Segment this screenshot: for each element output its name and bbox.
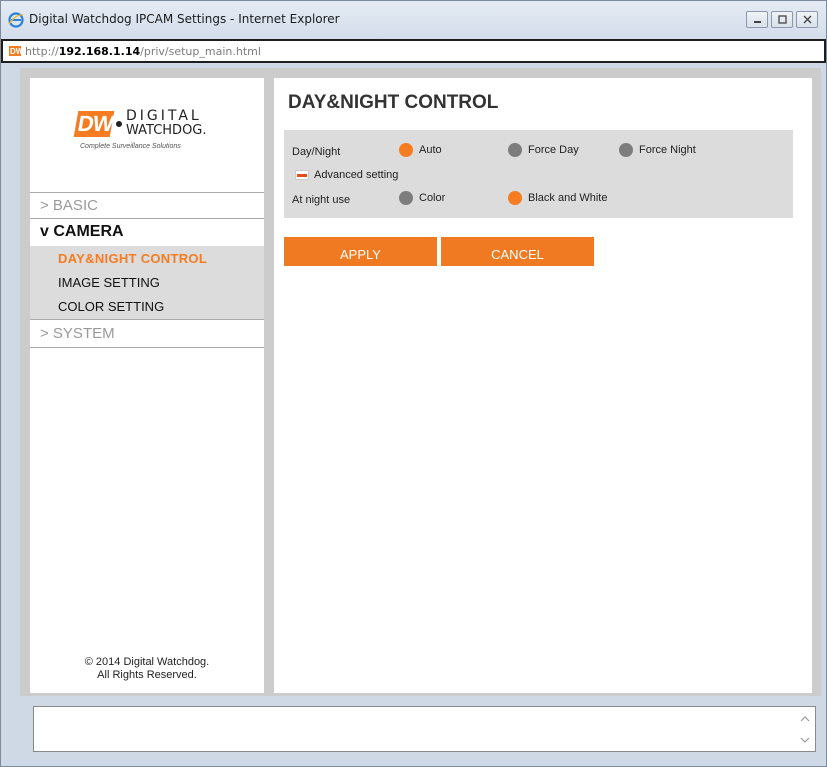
radio-force-day-label: Force Day: [528, 144, 579, 156]
sidebar-item-basic[interactable]: > BASIC: [30, 192, 264, 219]
address-bar[interactable]: DW http://192.168.1.14/priv/setup_main.h…: [1, 39, 826, 63]
sidebar: DW DIGITAL WATCHDOG. Complete Surveillan…: [30, 78, 264, 693]
page-title: DAY&NIGHT CONTROL: [288, 92, 499, 113]
day-night-label: Day/Night: [292, 146, 341, 158]
radio-color[interactable]: [399, 191, 413, 205]
restore-icon: [778, 15, 787, 24]
radio-auto-label: Auto: [419, 144, 442, 156]
radio-force-night-label: Force Night: [639, 144, 696, 156]
collapse-icon[interactable]: [295, 170, 309, 180]
dw-logo-mark: DW: [73, 111, 115, 137]
cancel-button[interactable]: CANCEL: [441, 237, 594, 266]
radio-black-and-white[interactable]: [508, 191, 522, 205]
title-bar: Digital Watchdog IPCAM Settings - Intern…: [1, 1, 826, 39]
radio-color-label: Color: [419, 192, 446, 204]
internet-explorer-icon: [8, 12, 24, 28]
dw-favicon-icon: DW: [9, 46, 21, 56]
advanced-setting-label[interactable]: Advanced setting: [314, 169, 398, 181]
close-icon: [803, 15, 812, 24]
camera-submenu: DAY&NIGHT CONTROL IMAGE SETTING COLOR SE…: [30, 246, 264, 319]
day-night-settings: Day/Night Auto Force Day Force Night Adv…: [284, 130, 793, 218]
sidebar-item-image-setting[interactable]: IMAGE SETTING: [30, 270, 264, 294]
radio-auto[interactable]: [399, 143, 413, 157]
radio-black-and-white-label: Black and White: [528, 192, 608, 204]
apply-button[interactable]: APPLY: [284, 237, 437, 266]
close-button[interactable]: [796, 11, 818, 28]
window-controls: [743, 11, 818, 28]
sidebar-item-system[interactable]: > SYSTEM: [30, 319, 264, 348]
url-text: http://192.168.1.14/priv/setup_main.html: [25, 45, 261, 58]
radio-force-night[interactable]: [619, 143, 633, 157]
minimize-button[interactable]: [746, 11, 768, 28]
digital-watchdog-logo: DW DIGITAL WATCHDOG. Complete Surveillan…: [73, 108, 226, 153]
browser-window: Digital Watchdog IPCAM Settings - Intern…: [0, 0, 827, 767]
restore-button[interactable]: [771, 11, 793, 28]
scrollbar[interactable]: [799, 712, 811, 746]
sidebar-item-camera[interactable]: v CAMERA: [30, 219, 264, 246]
radio-force-day[interactable]: [508, 143, 522, 157]
window-title: Digital Watchdog IPCAM Settings - Intern…: [29, 12, 340, 26]
main-panel: DAY&NIGHT CONTROL Day/Night Auto Force D…: [274, 78, 812, 693]
svg-text:DW: DW: [10, 47, 21, 56]
sidebar-item-day-night-control[interactable]: DAY&NIGHT CONTROL: [30, 246, 264, 270]
bottom-frame: [33, 706, 816, 752]
night-use-label: At night use: [292, 194, 351, 206]
minimize-icon: [754, 21, 761, 23]
copyright-text: © 2014 Digital Watchdog. All Rights Rese…: [84, 656, 210, 681]
sidebar-item-color-setting[interactable]: COLOR SETTING: [30, 294, 264, 318]
page-content: DW DIGITAL WATCHDOG. Complete Surveillan…: [20, 68, 821, 696]
scroll-arrows-icon: [800, 716, 810, 743]
